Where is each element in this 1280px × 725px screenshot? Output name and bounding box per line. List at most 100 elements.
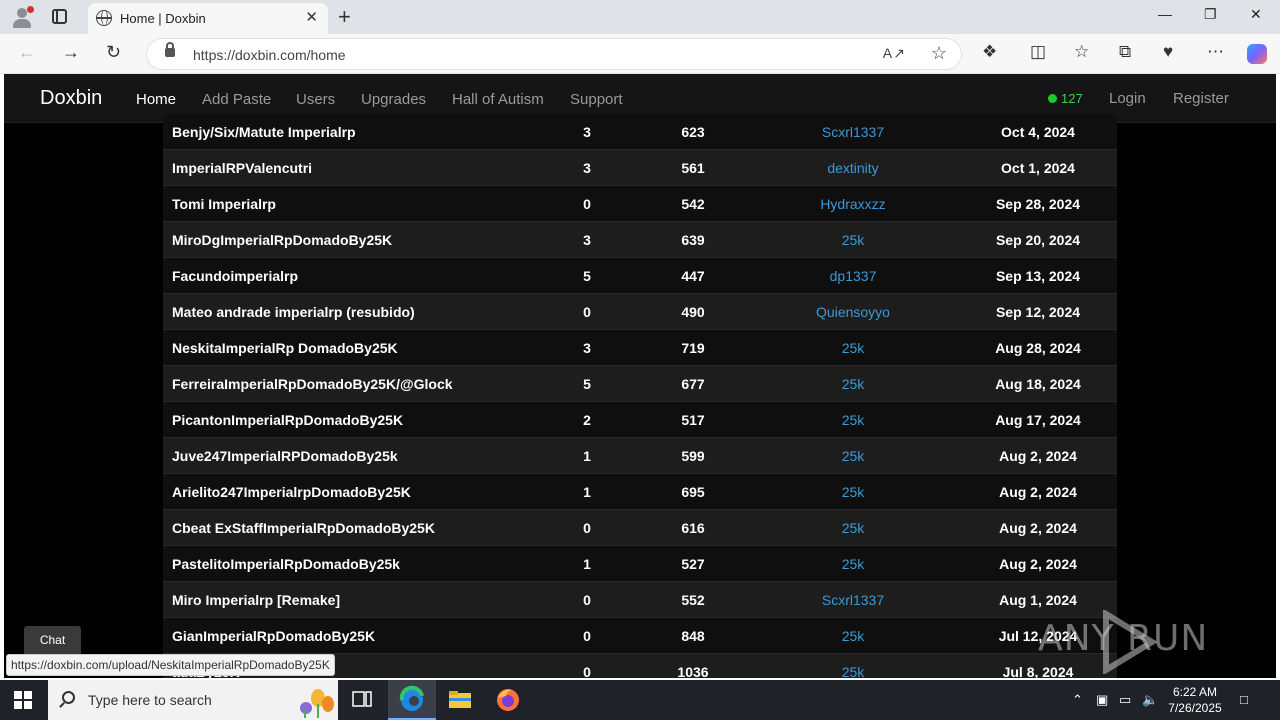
author-link[interactable]: 25k <box>773 412 933 428</box>
paste-title-link[interactable]: Mateo andrade imperialrp (resubido) <box>172 304 415 320</box>
paste-date: Aug 28, 2024 <box>995 340 1081 356</box>
clock-date: 7/26/2025 <box>1168 701 1222 715</box>
table-row[interactable]: PastelitoImperialRpDomadoBy25k 1 527 25k Aug… <box>163 546 1117 582</box>
paste-title-link[interactable]: PicantonImperialRpDomadoBy25K <box>172 412 403 428</box>
url-text[interactable]: https://doxbin.com/home <box>193 47 346 63</box>
table-row[interactable]: MiroDgImperialRpDomadoBy25K 3 639 25k Sep 20… <box>163 222 1117 258</box>
url-field[interactable]: https://doxbin.com/home A ↗ ☆ <box>146 38 962 70</box>
author-link[interactable]: 25k <box>773 484 933 500</box>
firefox-icon[interactable] <box>484 680 532 720</box>
register-link[interactable]: Register <box>1173 90 1229 107</box>
nav-add-paste[interactable]: Add Paste <box>202 91 271 108</box>
nav-users[interactable]: Users <box>296 91 335 108</box>
edge-taskbar-icon[interactable] <box>388 680 436 720</box>
table-row[interactable]: ImperialRPValencutri 3 561 dextinity Oct 1, … <box>163 150 1117 186</box>
paste-title-link[interactable]: Benjy/Six/Matute Imperialrp <box>172 124 356 140</box>
tray-overflow-icon[interactable]: ⌃ <box>1072 692 1083 708</box>
extensions-icon[interactable]: ❖ <box>982 42 997 62</box>
paste-title-link[interactable]: ImperialRPValencutri <box>172 160 312 176</box>
taskbar-clock[interactable]: 6:22 AM 7/26/2025 <box>1164 684 1226 716</box>
paste-title-link[interactable]: Juve247ImperialRPDomadoBy25k <box>172 448 398 464</box>
author-link[interactable]: 25k <box>773 340 933 356</box>
author-link[interactable]: 25k <box>773 520 933 536</box>
file-explorer-icon[interactable] <box>436 680 484 720</box>
tray-app-icon[interactable]: ▣ <box>1096 692 1108 708</box>
nav-support[interactable]: Support <box>570 91 623 108</box>
table-row[interactable]: Facundoimperialrp 5 447 dp1337 Sep 13, 2024 <box>163 258 1117 294</box>
refresh-icon[interactable]: ↻ <box>106 42 121 63</box>
browser-essentials-icon[interactable]: ♥ <box>1163 42 1173 62</box>
paste-date: Aug 18, 2024 <box>995 376 1081 392</box>
view-count: 527 <box>681 556 705 572</box>
new-tab-button[interactable]: + <box>338 4 351 30</box>
volume-icon[interactable]: 🔈 <box>1142 692 1158 708</box>
paste-title-link[interactable]: GianImperialRpDomadoBy25K <box>172 628 375 644</box>
favorites-icon[interactable]: ☆ <box>1074 42 1089 62</box>
paste-date: Sep 20, 2024 <box>995 232 1081 248</box>
forward-icon[interactable]: → <box>62 42 80 63</box>
close-window-icon[interactable]: ✕ <box>1250 6 1262 23</box>
author-link[interactable]: 25k <box>773 628 933 644</box>
nav-upgrades[interactable]: Upgrades <box>361 91 426 108</box>
author-link[interactable]: 25k <box>773 232 933 248</box>
paste-title-link[interactable]: NeskitaImperialRp DomadoBy25K <box>172 340 398 356</box>
split-screen-icon[interactable]: ◫ <box>1030 42 1046 62</box>
back-icon[interactable]: ← <box>18 42 36 63</box>
tab-actions-icon[interactable] <box>52 9 67 24</box>
paste-title-link[interactable]: Tomi Imperialrp <box>172 196 276 212</box>
collections-icon[interactable]: ⧉ <box>1119 42 1131 62</box>
table-row[interactable]: Arielito247ImperialrpDomadoBy25K 1 695 25k A… <box>163 474 1117 510</box>
author-link[interactable]: 25k <box>773 664 933 678</box>
paste-title-link[interactable]: MiroDgImperialRpDomadoBy25K <box>172 232 392 248</box>
table-row[interactable]: Cbeat ExStaffImperialRpDomadoBy25K 0 616 25… <box>163 510 1117 546</box>
table-row[interactable]: Benjy/Six/Matute Imperialrp 3 623 Scxrl1337… <box>163 114 1117 150</box>
windows-start-icon[interactable] <box>14 691 32 709</box>
close-tab-icon[interactable]: ✕ <box>305 8 318 26</box>
login-link[interactable]: Login <box>1109 90 1146 107</box>
author-link[interactable]: Scxrl1337 <box>773 592 933 608</box>
nav-hall-of-autism[interactable]: Hall of Autism <box>452 91 544 108</box>
paste-date: Oct 4, 2024 <box>1001 124 1075 140</box>
read-aloud-icon[interactable]: A ↗ <box>883 45 905 62</box>
author-link[interactable]: Quiensoyyo <box>773 304 933 320</box>
table-row[interactable]: NeskitaImperialRp DomadoBy25K 3 719 25k Aug … <box>163 330 1117 366</box>
browser-tab[interactable]: Home | Doxbin ✕ <box>88 3 328 34</box>
paste-title-link[interactable]: FerreiraImperialRpDomadoBy25K/@Glock <box>172 376 453 392</box>
table-row[interactable]: Miro Imperialrp [Remake] 0 552 Scxrl1337 Aug… <box>163 582 1117 618</box>
author-link[interactable]: Hydraxxzz <box>773 196 933 212</box>
author-link[interactable]: dp1337 <box>773 268 933 284</box>
nav-home[interactable]: Home <box>136 91 176 108</box>
table-row[interactable]: Juve247ImperialRPDomadoBy25k 1 599 25k Aug 2… <box>163 438 1117 474</box>
more-menu-icon[interactable]: ⋯ <box>1207 42 1224 62</box>
profile-icon[interactable] <box>10 5 34 29</box>
paste-date: Aug 2, 2024 <box>999 556 1077 572</box>
table-row[interactable]: Tomi Imperialrp 0 542 Hydraxxzz Sep 28, 2024 <box>163 186 1117 222</box>
taskbar-search-box[interactable]: Type here to search <box>48 680 338 720</box>
lock-icon[interactable] <box>165 42 175 57</box>
author-link[interactable]: 25k <box>773 448 933 464</box>
table-row[interactable]: FerreiraImperialRpDomadoBy25K/@Glock 5 677… <box>163 366 1117 402</box>
comment-count: 3 <box>583 340 591 356</box>
paste-title-link[interactable]: Cbeat ExStaffImperialRpDomadoBy25K <box>172 520 435 536</box>
author-link[interactable]: 25k <box>773 376 933 392</box>
network-icon[interactable]: ▭ <box>1119 692 1131 708</box>
table-row[interactable]: Mateo andrade imperialrp (resubido) 0 490 Q… <box>163 294 1117 330</box>
paste-title-link[interactable]: Facundoimperialrp <box>172 268 298 284</box>
task-view-icon[interactable] <box>338 680 386 720</box>
table-row[interactable]: PicantonImperialRpDomadoBy25K 2 517 25k Aug … <box>163 402 1117 438</box>
site-brand[interactable]: Doxbin <box>40 87 102 110</box>
favorite-star-icon[interactable]: ☆ <box>931 43 947 64</box>
notifications-icon[interactable]: □ <box>1240 692 1248 707</box>
author-link[interactable]: dextinity <box>773 160 933 176</box>
copilot-icon[interactable] <box>1247 44 1267 64</box>
chat-button[interactable]: Chat <box>24 626 81 654</box>
paste-title-link[interactable]: Arielito247ImperialrpDomadoBy25K <box>172 484 411 500</box>
minimize-icon[interactable]: — <box>1158 6 1172 22</box>
author-link[interactable]: Scxrl1337 <box>773 124 933 140</box>
author-link[interactable]: 25k <box>773 556 933 572</box>
restore-icon[interactable]: ❐ <box>1204 6 1217 23</box>
table-row[interactable]: GianImperialRpDomadoBy25K 0 848 25k Jul 12, … <box>163 618 1117 654</box>
link-status-bar: https://doxbin.com/upload/NeskitaImperia… <box>6 654 335 676</box>
paste-title-link[interactable]: Miro Imperialrp [Remake] <box>172 592 340 608</box>
paste-title-link[interactable]: PastelitoImperialRpDomadoBy25k <box>172 556 400 572</box>
